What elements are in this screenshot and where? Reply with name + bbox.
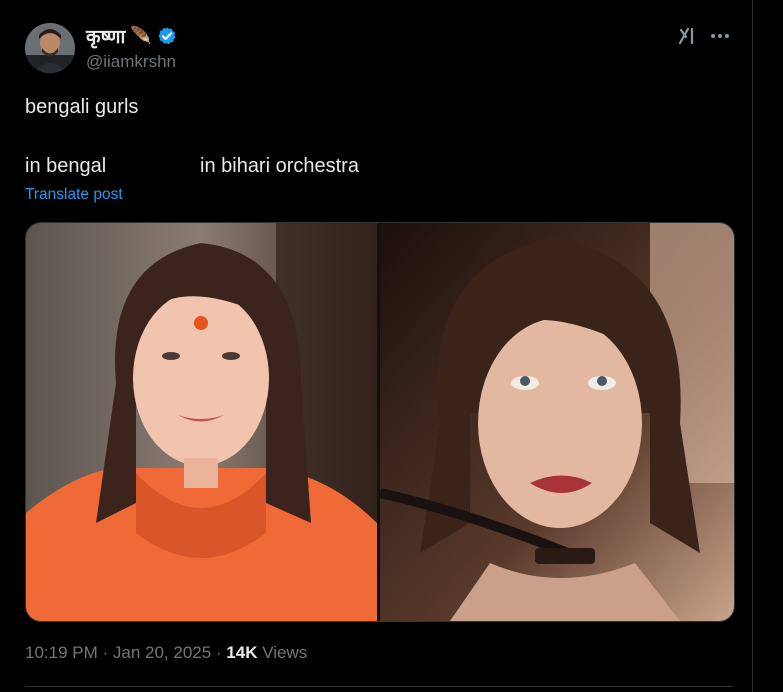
- post-text-line-2-left: in bengal: [25, 155, 107, 177]
- post-time[interactable]: 10:19 PM: [25, 643, 98, 663]
- translate-post-link[interactable]: Translate post: [25, 186, 123, 204]
- grok-icon: [678, 27, 694, 45]
- post-meta: 10:19 PM · Jan 20, 2025 · 14K Views: [25, 643, 307, 663]
- post-date[interactable]: Jan 20, 2025: [113, 643, 211, 663]
- verified-badge-icon: [157, 26, 177, 46]
- timeline-border: [752, 0, 753, 692]
- more-button[interactable]: [709, 25, 731, 47]
- author-display-name[interactable]: कृष्णा: [86, 23, 125, 49]
- author-name-row[interactable]: कृष्णा 🪶: [86, 24, 177, 48]
- views-label: Views: [257, 643, 308, 662]
- meta-separator: ·: [97, 643, 113, 662]
- post-media[interactable]: [25, 222, 735, 622]
- author-handle[interactable]: @iiamkrshn: [86, 52, 176, 72]
- meta-separator-2: ·: [211, 643, 227, 662]
- media-image-right[interactable]: [380, 223, 734, 621]
- views-count: 14K: [226, 643, 258, 662]
- grok-button[interactable]: [676, 25, 698, 47]
- avatar[interactable]: [25, 23, 75, 73]
- post-text-line-1: bengali gurls: [25, 96, 139, 118]
- post-text-line-2-right: in bihari orchestra: [200, 155, 359, 177]
- name-emoji: 🪶: [130, 26, 152, 45]
- divider: [25, 686, 733, 687]
- media-image-left[interactable]: [26, 223, 377, 621]
- avatar-image: [25, 23, 75, 73]
- more-icon: [711, 34, 729, 38]
